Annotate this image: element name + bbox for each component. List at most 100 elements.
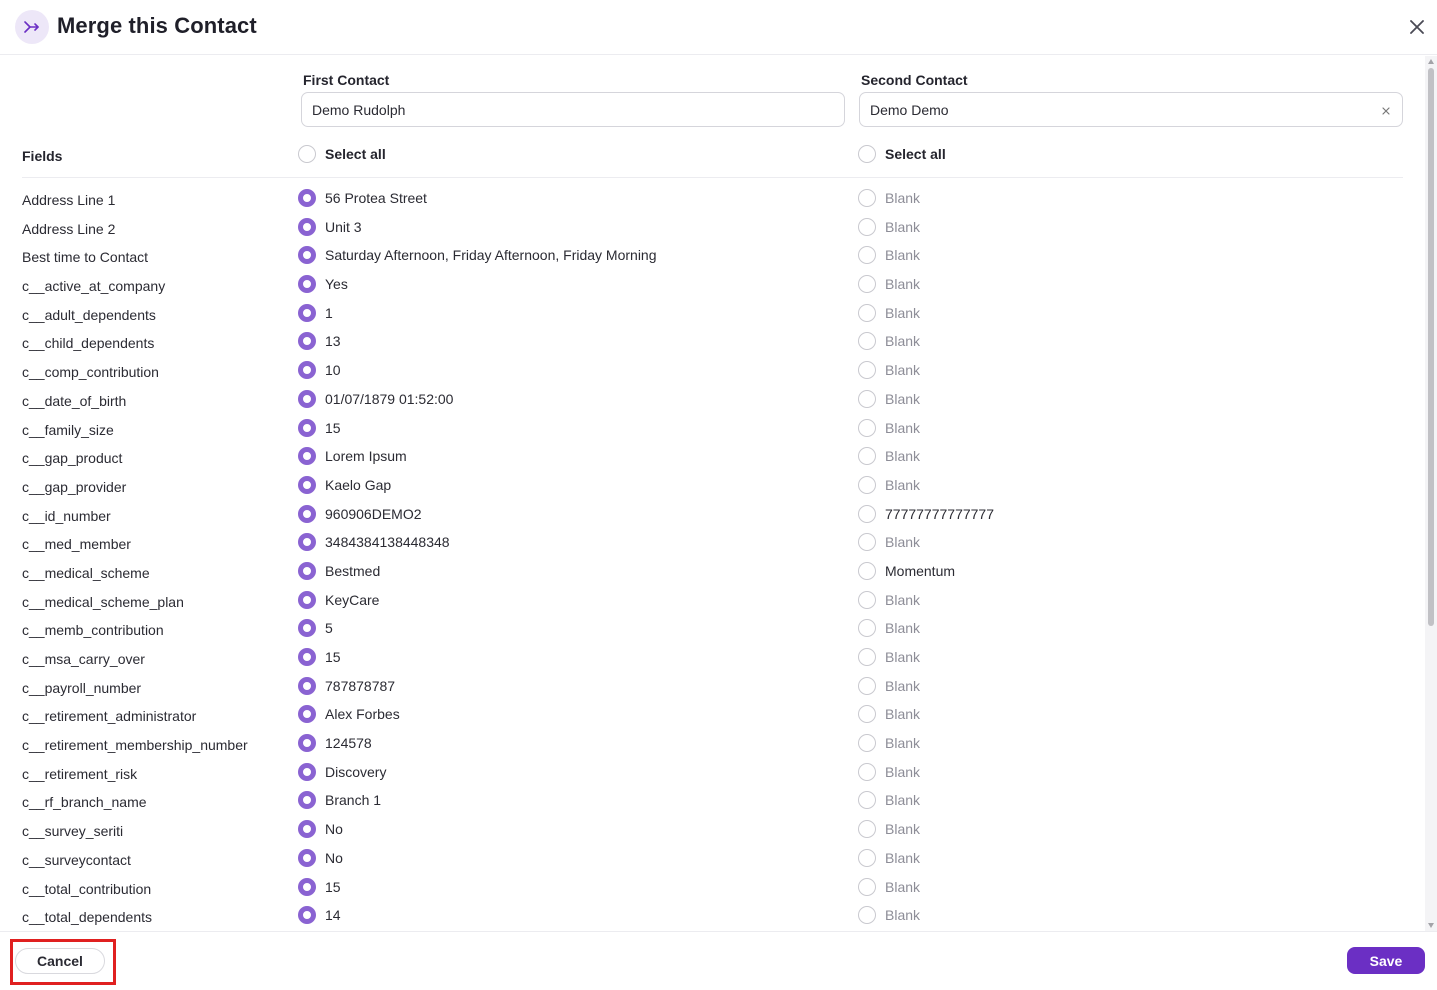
save-button[interactable]: Save — [1347, 947, 1425, 974]
first-option-radio[interactable] — [298, 189, 316, 207]
second-option-radio[interactable] — [858, 791, 876, 810]
second-option-radio[interactable] — [858, 705, 876, 724]
scroll-thumb[interactable] — [1428, 68, 1434, 626]
second-contact-option[interactable]: Blank — [858, 762, 920, 781]
first-contact-option[interactable]: 01/07/1879 01:52:00 — [298, 389, 453, 408]
second-option-radio[interactable] — [858, 561, 876, 580]
second-contact-option[interactable]: Blank — [858, 303, 920, 322]
select-all-second[interactable]: Select all — [858, 145, 946, 163]
first-contact-option[interactable]: Yes — [298, 275, 348, 294]
first-option-radio[interactable] — [298, 561, 316, 580]
select-all-second-radio[interactable] — [858, 145, 876, 163]
second-option-radio[interactable] — [858, 275, 876, 294]
first-contact-option[interactable]: 960906DEMO2 — [298, 504, 422, 523]
second-contact-option[interactable]: Blank — [858, 275, 920, 294]
first-option-radio[interactable] — [298, 906, 316, 925]
clear-icon[interactable] — [1380, 104, 1392, 116]
first-contact-option[interactable]: Discovery — [298, 762, 386, 781]
first-contact-option[interactable]: No — [298, 820, 343, 839]
second-option-radio[interactable] — [858, 217, 876, 236]
second-contact-option[interactable]: Blank — [858, 332, 920, 351]
first-option-radio[interactable] — [298, 475, 316, 494]
second-contact-option[interactable]: Blank — [858, 533, 920, 552]
first-contact-option[interactable]: 15 — [298, 648, 341, 666]
scroll-down-icon[interactable] — [1428, 923, 1434, 928]
second-option-radio[interactable] — [858, 877, 876, 896]
first-contact-option[interactable]: 5 — [298, 619, 333, 638]
first-option-radio[interactable] — [298, 275, 316, 294]
second-contact-option[interactable]: Blank — [858, 418, 920, 437]
second-option-radio[interactable] — [858, 447, 876, 466]
second-option-radio[interactable] — [858, 246, 876, 265]
first-contact-option[interactable]: Alex Forbes — [298, 705, 400, 724]
second-option-radio[interactable] — [858, 533, 876, 552]
second-contact-option[interactable]: 77777777777777 — [858, 504, 994, 523]
second-option-radio[interactable] — [858, 848, 876, 867]
second-option-radio[interactable] — [858, 389, 876, 408]
first-option-radio[interactable] — [298, 820, 316, 839]
first-option-radio[interactable] — [298, 332, 316, 351]
second-contact-option[interactable]: Blank — [858, 590, 920, 609]
first-option-radio[interactable] — [298, 705, 316, 724]
first-contact-option[interactable]: Saturday Afternoon, Friday Afternoon, Fr… — [298, 246, 657, 265]
second-option-radio[interactable] — [858, 676, 876, 695]
second-contact-option[interactable]: Blank — [858, 246, 920, 265]
second-contact-option[interactable]: Blank — [858, 389, 920, 408]
first-contact-option[interactable]: Kaelo Gap — [298, 475, 391, 494]
second-option-radio[interactable] — [858, 590, 876, 609]
first-contact-option[interactable]: No — [298, 848, 343, 867]
first-contact-select[interactable]: Demo Rudolph — [301, 92, 845, 127]
first-option-radio[interactable] — [298, 676, 316, 695]
first-contact-option[interactable]: 787878787 — [298, 676, 395, 695]
second-option-radio[interactable] — [858, 906, 876, 925]
select-all-first[interactable]: Select all — [298, 145, 386, 163]
first-option-radio[interactable] — [298, 217, 316, 236]
first-contact-option[interactable]: 124578 — [298, 734, 372, 753]
second-option-radio[interactable] — [858, 418, 876, 437]
second-option-radio[interactable] — [858, 475, 876, 494]
second-option-radio[interactable] — [858, 189, 876, 207]
second-contact-option[interactable]: Blank — [858, 705, 920, 724]
second-contact-option[interactable]: Blank — [858, 447, 920, 466]
first-option-radio[interactable] — [298, 848, 316, 867]
select-all-first-radio[interactable] — [298, 145, 316, 163]
first-option-radio[interactable] — [298, 619, 316, 638]
first-option-radio[interactable] — [298, 246, 316, 265]
second-contact-option[interactable]: Blank — [858, 189, 920, 207]
cancel-button[interactable]: Cancel — [15, 948, 105, 974]
second-contact-option[interactable]: Blank — [858, 361, 920, 380]
second-contact-option[interactable]: Blank — [858, 820, 920, 839]
second-contact-option[interactable]: Blank — [858, 676, 920, 695]
first-contact-option[interactable]: KeyCare — [298, 590, 379, 609]
first-option-radio[interactable] — [298, 447, 316, 466]
first-contact-option[interactable]: 3484384138448348 — [298, 533, 450, 552]
second-option-radio[interactable] — [858, 361, 876, 380]
second-option-radio[interactable] — [858, 303, 876, 322]
second-contact-option[interactable]: Momentum — [858, 561, 955, 580]
second-option-radio[interactable] — [858, 332, 876, 351]
second-contact-select[interactable]: Demo Demo — [859, 92, 1403, 127]
second-option-radio[interactable] — [858, 820, 876, 839]
second-contact-option[interactable]: Blank — [858, 217, 920, 236]
first-contact-option[interactable]: 10 — [298, 361, 341, 380]
first-contact-option[interactable]: 13 — [298, 332, 341, 351]
first-contact-option[interactable]: Lorem Ipsum — [298, 447, 407, 466]
second-option-radio[interactable] — [858, 504, 876, 523]
first-option-radio[interactable] — [298, 734, 316, 753]
scroll-up-icon[interactable] — [1428, 59, 1434, 64]
second-contact-option[interactable]: Blank — [858, 619, 920, 638]
second-option-radio[interactable] — [858, 648, 876, 666]
first-option-radio[interactable] — [298, 791, 316, 810]
first-contact-option[interactable]: 15 — [298, 877, 341, 896]
second-option-radio[interactable] — [858, 734, 876, 753]
close-icon[interactable] — [1406, 16, 1428, 38]
first-contact-option[interactable]: Unit 3 — [298, 217, 362, 236]
first-option-radio[interactable] — [298, 389, 316, 408]
second-contact-option[interactable]: Blank — [858, 475, 920, 494]
second-contact-option[interactable]: Blank — [858, 877, 920, 896]
vertical-scrollbar[interactable] — [1425, 56, 1437, 931]
second-option-radio[interactable] — [858, 762, 876, 781]
first-option-radio[interactable] — [298, 533, 316, 552]
first-contact-option[interactable]: 1 — [298, 303, 333, 322]
first-option-radio[interactable] — [298, 418, 316, 437]
